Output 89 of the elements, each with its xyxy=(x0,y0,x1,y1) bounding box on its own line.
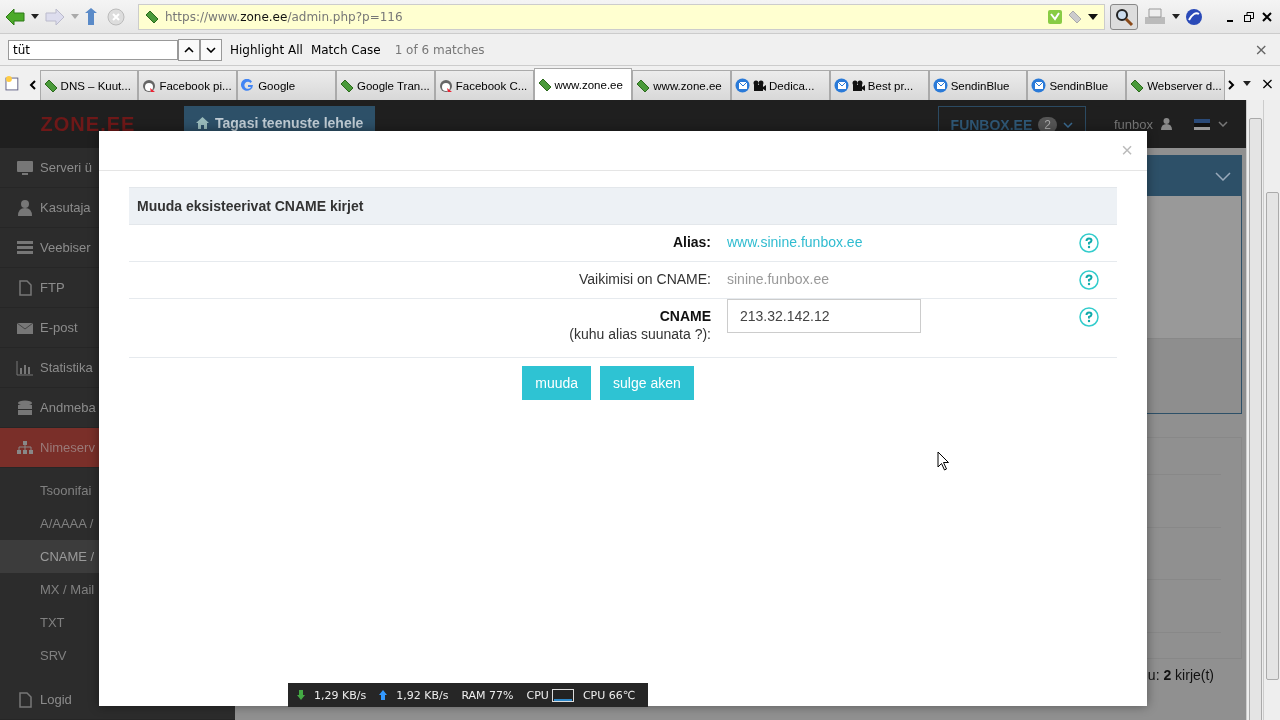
tag-icon xyxy=(43,78,58,93)
dropdown-caret-icon[interactable] xyxy=(31,13,39,20)
envelope-icon xyxy=(833,78,849,93)
address-bar[interactable]: https://www.zone.ee/admin.php?p=116 xyxy=(138,3,1105,30)
dropdown-caret-icon[interactable] xyxy=(1088,13,1098,20)
tag-icon xyxy=(339,78,354,93)
cpu-label: CPU xyxy=(526,688,549,702)
notepad-icon[interactable] xyxy=(4,75,20,91)
ram-usage: RAM 77% xyxy=(461,688,514,702)
scrollbar[interactable] xyxy=(1263,100,1280,720)
envelope-icon xyxy=(1031,78,1047,93)
browser-tab[interactable]: www.zone.ee xyxy=(533,68,633,100)
search-button[interactable] xyxy=(1110,3,1138,30)
chevron-up-icon xyxy=(184,46,194,53)
envelope-icon xyxy=(932,78,948,93)
cpu-temperature: CPU 66℃ xyxy=(582,688,636,702)
chart-icon xyxy=(16,359,34,376)
chevron-right-icon xyxy=(1228,80,1236,90)
download-arrow-icon xyxy=(297,690,305,700)
match-case-button[interactable]: Match Case xyxy=(310,42,381,57)
help-icon[interactable] xyxy=(1079,270,1099,290)
globe-icon[interactable] xyxy=(1185,7,1203,26)
browser-tab[interactable]: SendinBlue xyxy=(928,70,1028,100)
user-menu[interactable]: funbox xyxy=(1113,116,1153,132)
close-icon[interactable] xyxy=(1262,11,1272,22)
default-value: sinine.funbox.ee xyxy=(727,271,829,287)
sitemap-icon xyxy=(16,439,34,456)
close-find-bar-button[interactable]: × xyxy=(1254,40,1272,59)
user-icon xyxy=(1161,118,1172,130)
close-tab-button[interactable]: × xyxy=(1260,73,1275,93)
download-speed: 1,29 KB/s xyxy=(314,688,367,702)
match-count: 1 of 6 matches xyxy=(394,42,485,57)
upload-speed: 1,92 KB/s xyxy=(396,688,449,702)
field-label: Alias: xyxy=(672,233,711,251)
flag-icon[interactable] xyxy=(1194,118,1210,130)
scrollbar-thumb[interactable] xyxy=(1265,192,1279,680)
upload-arrow-icon xyxy=(379,690,388,700)
scrollbar[interactable] xyxy=(1246,100,1263,720)
dropdown-caret-icon[interactable] xyxy=(1242,80,1251,86)
user-icon xyxy=(16,199,34,216)
find-field[interactable]: tüt xyxy=(8,39,178,60)
field-label: Vaikimisi on CNAME: xyxy=(579,270,711,288)
chevron-down-icon xyxy=(1062,122,1073,128)
printer-icon[interactable] xyxy=(1143,6,1167,27)
envelope-icon xyxy=(735,78,751,93)
browser-tab[interactable]: Google Tran... xyxy=(335,70,435,100)
chevron-down-icon xyxy=(206,46,216,53)
chevron-down-icon[interactable] xyxy=(1215,171,1231,181)
database-icon xyxy=(16,399,34,416)
tag-icon xyxy=(537,77,552,92)
help-icon[interactable] xyxy=(1079,307,1099,327)
browser-tab[interactable]: www.zone.ee xyxy=(632,70,732,100)
browser-tab[interactable]: SendinBlue xyxy=(1027,70,1127,100)
find-next-button[interactable] xyxy=(200,38,222,61)
camera-icon xyxy=(851,80,865,91)
find-previous-button[interactable] xyxy=(178,38,200,61)
scrollbar-thumb[interactable] xyxy=(1248,118,1262,720)
browser-tab[interactable]: Facebook pi... xyxy=(138,70,238,100)
chevron-down-icon[interactable] xyxy=(1218,121,1228,127)
file-icon xyxy=(16,691,34,708)
dropdown-caret-icon[interactable] xyxy=(1172,14,1180,19)
browser-tab[interactable]: Dedica... xyxy=(731,70,830,100)
tag-icon xyxy=(636,78,651,93)
record-count: u: 2 kirje(t) xyxy=(1146,667,1215,683)
cname-input[interactable]: 213.32.142.12 xyxy=(727,299,921,333)
file-icon xyxy=(16,279,34,296)
tag-icon xyxy=(145,9,159,24)
back-arrow-icon[interactable] xyxy=(4,6,26,27)
field-hint: (kuhu alias suunata ?): xyxy=(569,325,711,343)
mouse-cursor-icon xyxy=(937,451,950,471)
tag-icon xyxy=(1130,78,1145,93)
letter-g-icon xyxy=(241,78,256,93)
cpu-graph xyxy=(551,688,574,702)
chevron-left-icon xyxy=(29,80,37,90)
monitor-icon xyxy=(16,159,34,176)
browser-tab[interactable]: Facebook C... xyxy=(434,70,534,100)
form-title: Muuda eksisteerivat CNAME kirjet xyxy=(129,187,1117,225)
browser-tab[interactable]: DNS – Kuut... xyxy=(39,70,139,100)
browser-tab[interactable]: Best pr... xyxy=(829,70,929,100)
tag-icon[interactable] xyxy=(1068,9,1082,24)
browser-tab[interactable]: Google xyxy=(237,70,336,100)
restore-icon[interactable] xyxy=(1244,11,1254,22)
browser-tab[interactable]: Webserver d... xyxy=(1126,70,1225,100)
highlight-all-button[interactable]: Highlight All xyxy=(230,42,303,57)
camera-icon xyxy=(753,80,767,91)
help-icon[interactable] xyxy=(1079,233,1099,253)
home-icon xyxy=(196,117,209,129)
server-icon xyxy=(16,239,34,256)
field-label: CNAME xyxy=(659,307,711,325)
